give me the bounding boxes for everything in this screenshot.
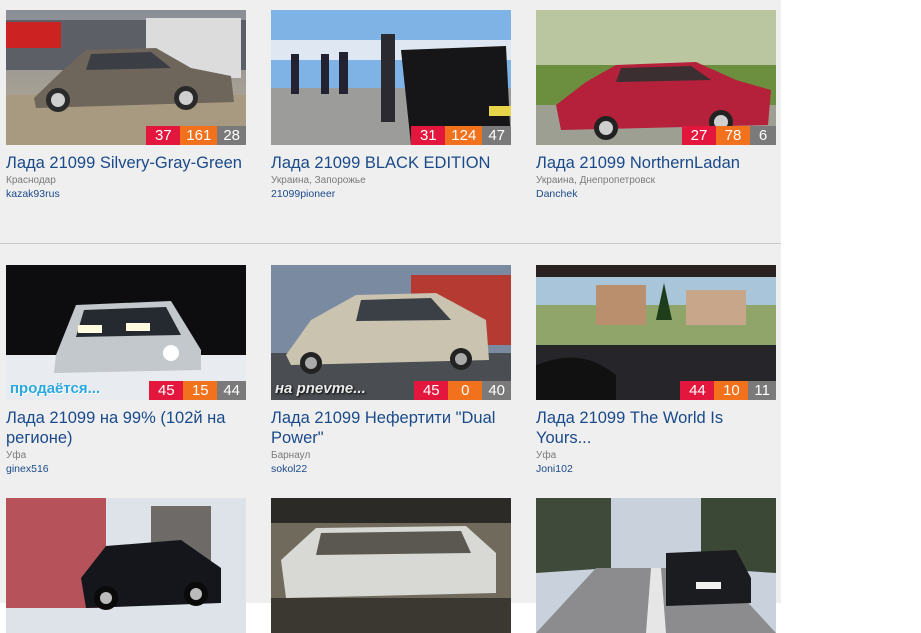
car-listing-grid: 37 161 28 Лада 21099 Silvery-Gray-Green … — [0, 0, 781, 633]
stats-badges: 27 78 6 — [682, 126, 776, 145]
car-title-link[interactable]: Лада 21099 BLACK EDITION — [271, 153, 511, 173]
views-count: 45 — [414, 381, 449, 400]
car-card: 27 78 6 Лада 21099 NorthernLadan Украина… — [536, 10, 776, 201]
likes-count: 0 — [448, 381, 483, 400]
car-card — [536, 498, 776, 633]
location-text: Уфа — [536, 450, 557, 461]
likes-count: 15 — [183, 381, 218, 400]
car-photo-link[interactable]: 31 124 47 — [271, 10, 511, 145]
car-photo — [536, 498, 776, 633]
car-photo — [271, 498, 511, 633]
stats-badges: 45 15 44 — [149, 381, 246, 400]
car-photo-link[interactable]: продаётся... 45 15 44 — [6, 265, 246, 400]
comments-count: 6 — [750, 126, 776, 145]
car-title-link[interactable]: Лада 21099 на 99% (102й на регионе) — [6, 408, 246, 448]
comments-count: 47 — [482, 126, 511, 145]
car-photo — [536, 265, 776, 400]
comments-count: 11 — [748, 381, 776, 400]
views-count: 37 — [146, 126, 181, 145]
owner-link[interactable]: kazak93rus — [6, 187, 246, 201]
stats-badges: 31 124 47 — [411, 126, 511, 145]
stats-badges: 37 161 28 — [146, 126, 246, 145]
car-card: 44 10 11 Лада 21099 The World Is Yours..… — [536, 265, 776, 476]
likes-count: 10 — [714, 381, 749, 400]
car-photo — [271, 10, 511, 145]
location-text: Уфа — [6, 450, 27, 461]
car-card: на pnevme... 45 0 40 Лада 21099 Нефертит… — [271, 265, 511, 476]
car-photo-link[interactable]: 44 10 11 — [536, 265, 776, 400]
car-card — [271, 498, 511, 633]
views-count: 44 — [680, 381, 715, 400]
car-photo-link[interactable]: 27 78 6 — [536, 10, 776, 145]
car-title-link[interactable]: Лада 21099 Нефертити "Dual Power" — [271, 408, 511, 448]
car-card — [6, 498, 246, 633]
likes-count: 161 — [180, 126, 218, 145]
car-card: 37 161 28 Лада 21099 Silvery-Gray-Green … — [6, 10, 246, 201]
photo-caption: на pnevme... — [275, 380, 366, 397]
location-text: Украина, Днепропетровск — [536, 175, 655, 186]
likes-count: 78 — [716, 126, 750, 145]
owner-link[interactable]: Joni102 — [536, 462, 776, 476]
car-card: продаётся... 45 15 44 Лада 21099 на 99% … — [6, 265, 246, 476]
row-divider — [0, 243, 781, 244]
car-photo-link[interactable] — [6, 498, 246, 633]
car-photo-link[interactable]: на pnevme... 45 0 40 — [271, 265, 511, 400]
comments-count: 44 — [217, 381, 246, 400]
views-count: 45 — [149, 381, 184, 400]
views-count: 31 — [411, 126, 446, 145]
location-text: Краснодар — [6, 175, 56, 186]
location-text: Барнаул — [271, 450, 311, 461]
comments-count: 28 — [217, 126, 246, 145]
car-photo — [6, 10, 246, 145]
views-count: 27 — [682, 126, 716, 145]
owner-link[interactable]: ginex516 — [6, 462, 246, 476]
owner-link[interactable]: Danchek — [536, 187, 776, 201]
likes-count: 124 — [445, 126, 483, 145]
car-card: 31 124 47 Лада 21099 BLACK EDITION Украи… — [271, 10, 511, 201]
stats-badges: 45 0 40 — [414, 381, 511, 400]
car-title-link[interactable]: Лада 21099 The World Is Yours... — [536, 408, 776, 448]
car-title-link[interactable]: Лада 21099 NorthernLadan — [536, 153, 776, 173]
photo-caption: продаётся... — [10, 380, 101, 397]
location-text: Украина, Запорожье — [271, 175, 366, 186]
comments-count: 40 — [482, 381, 511, 400]
car-photo — [6, 498, 246, 633]
car-title-link[interactable]: Лада 21099 Silvery-Gray-Green — [6, 153, 246, 173]
owner-link[interactable]: sokol22 — [271, 462, 511, 476]
car-photo-link[interactable]: 37 161 28 — [6, 10, 246, 145]
car-photo — [536, 10, 776, 145]
car-photo-link[interactable] — [536, 498, 776, 633]
car-photo-link[interactable] — [271, 498, 511, 633]
stats-badges: 44 10 11 — [680, 381, 776, 400]
owner-link[interactable]: 21099pioneer — [271, 187, 511, 201]
